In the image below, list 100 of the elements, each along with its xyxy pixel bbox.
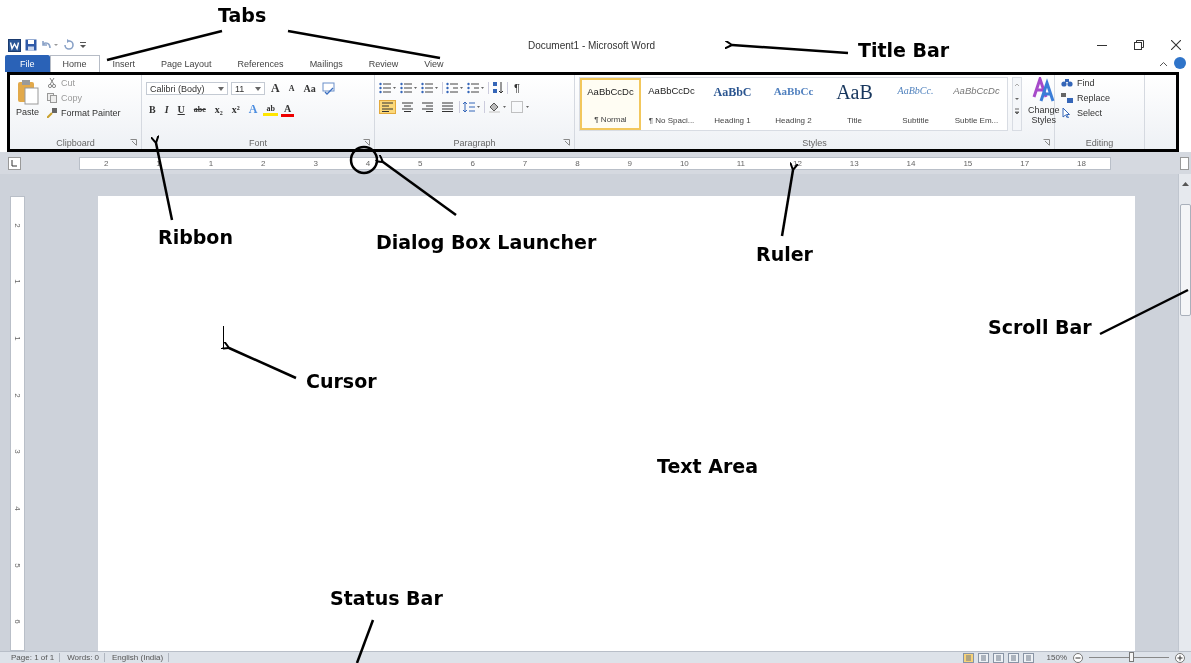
- font-button[interactable]: B: [146, 104, 159, 115]
- font-button[interactable]: I: [161, 104, 172, 115]
- dialog-launcher-icon[interactable]: [130, 139, 137, 146]
- horizontal-ruler[interactable]: 2 1 1 2 3 4 5 6 7 8 9 10 11 12 13 14 15 17 18: [79, 156, 1111, 170]
- ribbon-tab[interactable]: Review: [355, 55, 412, 72]
- view-mode-icon[interactable]: [992, 652, 1004, 663]
- ruler-number: 18: [1077, 158, 1086, 168]
- line-spacing-icon[interactable]: [463, 101, 481, 113]
- vertical-ruler[interactable]: 2 1 1 2 3 4 5 6: [10, 196, 25, 651]
- align-lines-icon: [422, 102, 433, 112]
- dialog-launcher-icon[interactable]: [1043, 139, 1050, 146]
- ruler-number: 12: [792, 158, 802, 168]
- editing-button[interactable]: Replace: [1059, 92, 1113, 104]
- style-item[interactable]: AaB Title: [824, 78, 885, 130]
- caret-icon: [255, 86, 261, 91]
- paste-button[interactable]: Paste: [14, 77, 41, 119]
- help-icon[interactable]: [1174, 57, 1186, 69]
- font-button[interactable]: A: [285, 84, 298, 93]
- spelling-icon[interactable]: [321, 82, 335, 95]
- dialog-launcher-icon[interactable]: [363, 139, 370, 146]
- view-mode-icon[interactable]: [1022, 652, 1034, 663]
- editing-button[interactable]: Select: [1059, 107, 1113, 119]
- indent-icon[interactable]: [467, 81, 485, 94]
- style-item[interactable]: AaBbCcDc ¶ No Spaci...: [641, 78, 702, 130]
- dialog-launcher-icon[interactable]: [563, 139, 570, 146]
- font-button[interactable]: ab: [263, 103, 278, 116]
- align-lines-icon: [382, 102, 393, 112]
- multilevel-icon[interactable]: [421, 81, 439, 94]
- shading-icon[interactable]: [488, 101, 508, 113]
- tab-selector-icon[interactable]: [8, 156, 21, 170]
- ribbon-tab[interactable]: Page Layout: [148, 55, 225, 72]
- brush-icon: [47, 108, 57, 118]
- redo-icon[interactable]: [63, 39, 75, 51]
- style-item[interactable]: AaBbC Heading 1: [702, 78, 763, 130]
- save-icon[interactable]: [25, 39, 37, 51]
- ruler-number: 4: [13, 506, 22, 511]
- bullets-icon[interactable]: [379, 81, 397, 94]
- font-button[interactable]: A: [268, 81, 283, 96]
- numbering-icon[interactable]: [400, 81, 418, 94]
- ruler-number: 5: [418, 158, 423, 168]
- view-ruler-icon[interactable]: [1180, 156, 1189, 170]
- view-mode-icon[interactable]: [1007, 652, 1019, 663]
- font-button[interactable]: x₂: [211, 104, 226, 115]
- font-button[interactable]: abe: [190, 105, 209, 114]
- change-styles-button[interactable]: Change Styles: [1026, 77, 1062, 127]
- group-label: Clipboard: [56, 137, 95, 148]
- customize-menu-icon[interactable]: [79, 39, 87, 51]
- align-lines-icon: [442, 102, 453, 112]
- ruler-number: 11: [736, 158, 746, 168]
- style-item[interactable]: AaBbCcDc ¶ Normal: [580, 78, 641, 130]
- ruler-number: 6: [13, 619, 22, 624]
- align-left-button[interactable]: [379, 100, 396, 114]
- ribbon-tab[interactable]: Mailings: [296, 55, 356, 72]
- view-mode-icon[interactable]: [977, 652, 989, 663]
- font-family-field[interactable]: Calibri (Body): [146, 82, 228, 95]
- zoom-out-icon[interactable]: [1073, 652, 1083, 663]
- group-label: Paragraph: [453, 137, 496, 148]
- ruler-number: 5: [13, 562, 22, 568]
- word-logo-icon: [8, 38, 21, 52]
- editing-button[interactable]: Find: [1059, 77, 1113, 89]
- zoom-slider[interactable]: [1129, 652, 1135, 662]
- align-center-button[interactable]: [399, 100, 416, 114]
- status-item[interactable]: Page: 1 of 1: [6, 653, 61, 662]
- style-item[interactable]: AaBbCcDc Subtle Em...: [946, 78, 1007, 130]
- ribbon-tab[interactable]: Home: [49, 55, 100, 72]
- ribbon-tab[interactable]: Insert: [99, 55, 149, 72]
- ribbon-tab[interactable]: View: [411, 55, 457, 72]
- clipboard-icon: [16, 79, 39, 105]
- style-item[interactable]: AaBbCc. Subtitle: [885, 78, 946, 130]
- font-button[interactable]: Aa: [300, 83, 319, 94]
- clipboard-button[interactable]: Format Painter: [45, 107, 123, 119]
- align-right-button[interactable]: [419, 100, 436, 114]
- ribbon-tab[interactable]: File: [5, 55, 50, 72]
- zoom-level[interactable]: 150%: [1046, 653, 1067, 662]
- vertical-scrollbar[interactable]: [1178, 174, 1191, 651]
- show-formatting-button[interactable]: ¶: [511, 81, 523, 94]
- font-button[interactable]: x²: [228, 104, 243, 115]
- sort-icon[interactable]: [492, 81, 504, 94]
- font-button[interactable]: U: [174, 104, 188, 115]
- outdent-icon[interactable]: [446, 81, 464, 94]
- ruler-number: 8: [575, 158, 580, 168]
- ribbon-tab[interactable]: References: [224, 55, 297, 72]
- annotation-label: Status Bar: [330, 587, 443, 609]
- status-item[interactable]: Words: 0: [62, 653, 106, 662]
- minimize-ribbon-icon[interactable]: [1159, 60, 1168, 69]
- close-icon[interactable]: [1171, 40, 1181, 50]
- style-item[interactable]: AaBbCc Heading 2: [763, 78, 824, 130]
- copy-icon: [47, 93, 57, 103]
- ruler-number: 9: [627, 158, 632, 168]
- window-title: Document1 - Microsoft Word: [528, 39, 656, 51]
- scroll-up-icon[interactable]: [1180, 180, 1190, 188]
- font-size-field[interactable]: 11: [231, 82, 265, 95]
- restore-icon[interactable]: [1134, 40, 1144, 50]
- status-item[interactable]: English (India): [107, 653, 170, 662]
- scroll-thumb[interactable]: [1179, 204, 1191, 316]
- align-justify-button[interactable]: [439, 100, 456, 114]
- font-button[interactable]: A: [280, 102, 295, 117]
- ruler-number: 1: [13, 336, 22, 341]
- annotation-label: Dialog Box Launcher: [376, 231, 597, 253]
- zoom-in-icon[interactable]: [1175, 652, 1185, 663]
